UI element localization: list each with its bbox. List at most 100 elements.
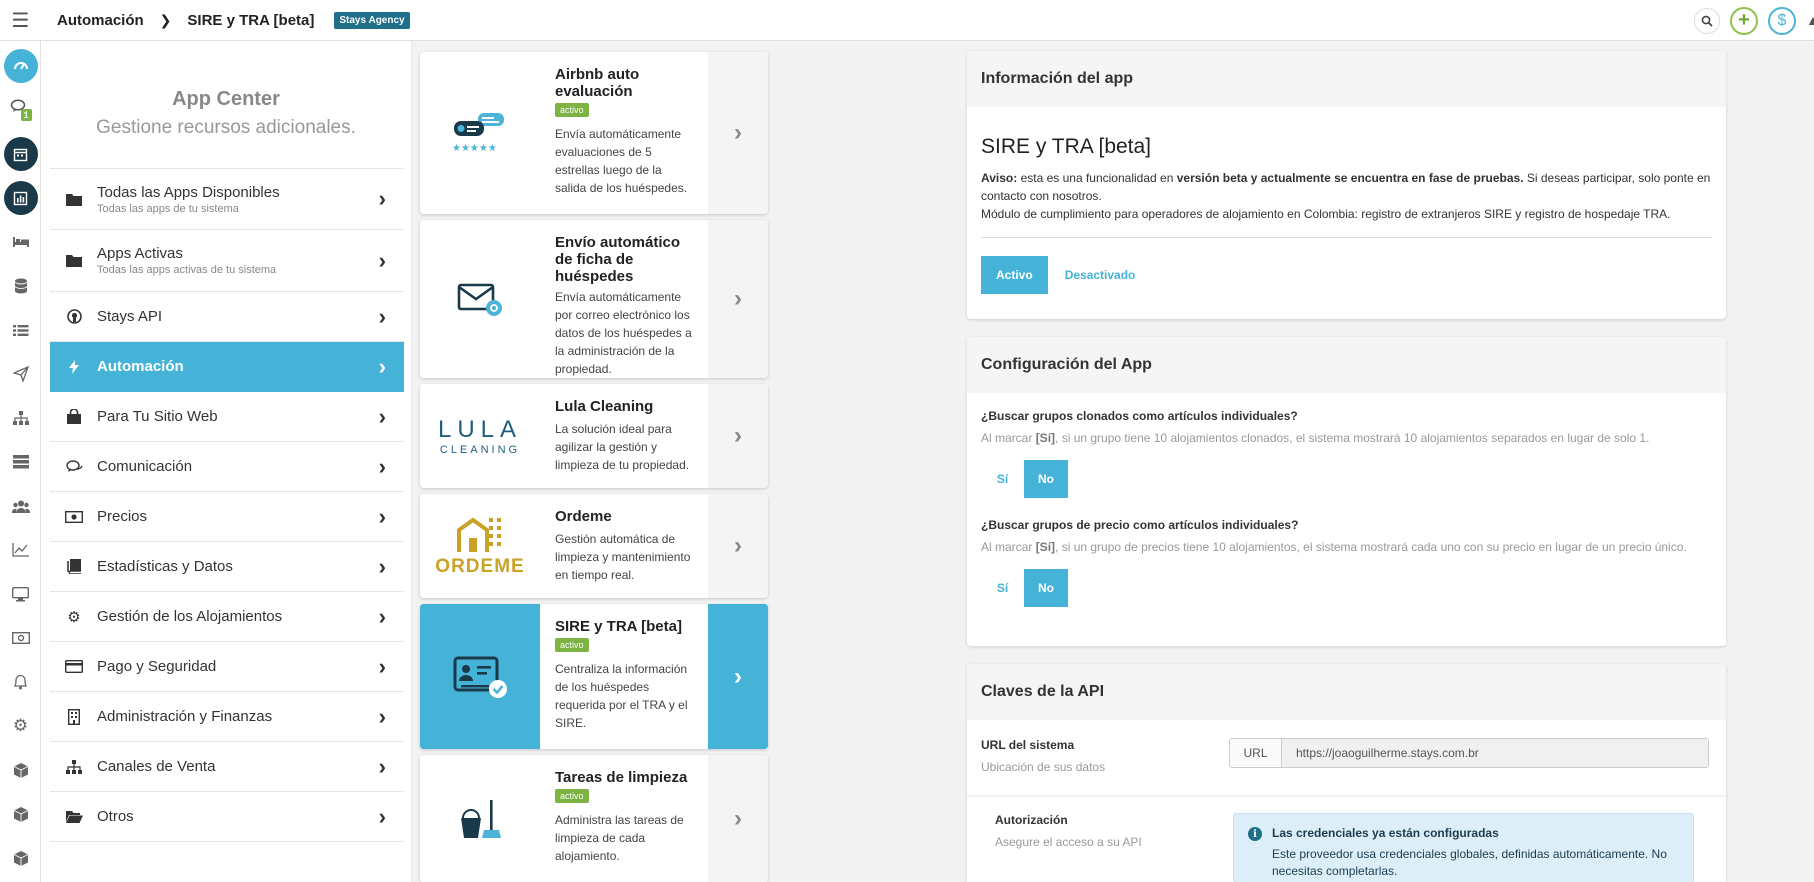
chevron-right-icon: › [378, 603, 386, 629]
cogs-icon: ⚙ [67, 608, 81, 626]
credentials-alert: i Las credenciales ya están configuradas… [1233, 813, 1694, 882]
user-icon[interactable]: ▲ [1806, 12, 1814, 30]
rail-cube-3[interactable] [0, 836, 41, 880]
menu-item-stays-api[interactable]: Stays API › [50, 292, 404, 342]
menu-item-label: Otros [97, 808, 134, 825]
search-button[interactable] [1694, 7, 1720, 34]
rail-calendar[interactable] [0, 132, 41, 176]
chevron-right-icon[interactable]: › [708, 52, 768, 214]
alert-title: Las credenciales ya están configuradas [1272, 826, 1499, 840]
chevron-right-icon[interactable]: › [708, 384, 768, 488]
rail-server[interactable] [0, 440, 41, 484]
module-description: Módulo de cumplimiento para operadores d… [981, 207, 1671, 221]
config-desc-1: Al marcar [Sí], si un grupo tiene 10 alo… [981, 431, 1712, 445]
menu-item-website[interactable]: Para Tu Sitio Web › [50, 392, 404, 442]
desc-pre: Al marcar [981, 540, 1033, 554]
rail-cube-2[interactable] [0, 792, 41, 836]
api-keys-panel: Claves de la API URL del sistema Ubicaci… [967, 664, 1726, 882]
menu-item-precios[interactable]: Precios › [50, 492, 404, 542]
rail-money[interactable] [0, 616, 41, 660]
app-card-desc: Gestión automática de limpieza y manteni… [555, 532, 691, 582]
menu-item-comunicacion[interactable]: Comunicación › [50, 442, 404, 492]
bucket-broom-icon [420, 755, 540, 882]
rail-chat[interactable]: 1 [0, 88, 41, 132]
system-url-input[interactable] [1282, 739, 1708, 767]
rail-monitor[interactable] [0, 572, 41, 616]
search-icon [1701, 15, 1713, 27]
panel-header: Información del app [967, 51, 1726, 107]
chevron-right-icon[interactable]: › [708, 220, 768, 378]
url-addon: URL [1230, 739, 1282, 767]
no-button[interactable]: No [1024, 460, 1068, 498]
config-toggle-2: Sí No [981, 569, 1712, 607]
menu-item-canales[interactable]: Canales de Venta › [50, 742, 404, 792]
app-card-airbnb[interactable]: ★★★★★ Airbnb auto evaluación activo Enví… [420, 52, 768, 214]
menu-item-sub: Todas las apps activas de tu sistema [97, 264, 277, 276]
server-icon [12, 455, 29, 469]
add-button[interactable]: + [1730, 6, 1758, 35]
app-card-ficha[interactable]: Envío automático de ficha de huéspedes E… [420, 220, 768, 378]
rail-chart[interactable] [0, 176, 41, 220]
no-button[interactable]: No [1024, 569, 1068, 607]
menu-item-gestion[interactable]: ⚙ Gestión de los Alojamientos › [50, 592, 404, 642]
chevron-right-icon: › [378, 186, 386, 211]
app-card-sire[interactable]: SIRE y TRA [beta] activo Centraliza la i… [420, 604, 768, 749]
menu-item-otros[interactable]: Otros › [50, 792, 404, 842]
menu-item-automacion[interactable]: Automación › [50, 342, 404, 392]
chevron-right-icon: ❯ [159, 11, 172, 28]
chart-icon [3, 181, 38, 215]
rail-line-chart[interactable] [0, 528, 41, 572]
menu-item-pago[interactable]: Pago y Seguridad › [50, 642, 404, 692]
app-info-panel: Información del app SIRE y TRA [beta] Av… [967, 51, 1726, 319]
menu-item-label: Automación [97, 358, 184, 375]
chevron-right-icon: › [378, 303, 386, 329]
activo-button[interactable]: Activo [981, 256, 1048, 294]
menu-item-all-apps[interactable]: Todas las Apps Disponibles Todas las apps… [50, 168, 404, 230]
rail-sitemap[interactable] [0, 396, 41, 440]
menu-item-label: Canales de Venta [97, 758, 216, 775]
desactivado-button[interactable]: Desactivado [1048, 268, 1153, 282]
book-icon [65, 558, 83, 576]
chevron-right-icon[interactable]: › [708, 604, 768, 749]
app-card-lula[interactable]: LULA CLEANING Lula Cleaning La solución … [420, 384, 768, 488]
rail-settings[interactable]: ⚙ [0, 704, 41, 748]
rail-bell[interactable] [0, 660, 41, 704]
menu-item-estadisticas[interactable]: Estadísticas y Datos › [50, 542, 404, 592]
top-actions: + $ ▲ [1694, 0, 1814, 41]
rail-bed[interactable] [0, 220, 41, 264]
ordeme-logo-text: ORDEME [435, 556, 525, 577]
app-card-ordeme[interactable]: ORDEME Ordeme Gestión automática de limp… [420, 494, 768, 598]
agency-badge: Stays Agency [334, 11, 410, 29]
app-card-desc: La solución ideal para agilizar la gesti… [555, 422, 690, 472]
users-icon [11, 500, 30, 513]
app-card-tareas[interactable]: Tareas de limpieza activo Administra las… [420, 755, 768, 882]
chevron-right-icon: › [378, 753, 386, 779]
shopping-bag-icon [65, 408, 83, 426]
breadcrumb-automacion[interactable]: Automación [57, 12, 144, 29]
gear-icon: ⚙ [12, 716, 29, 735]
billing-button[interactable]: $ [1768, 6, 1796, 35]
sitemap-icon [12, 411, 29, 425]
app-cards: ★★★★★ Airbnb auto evaluación activo Enví… [420, 52, 768, 882]
top-bar: ☰ Automación ❯ SIRE y TRA [beta] Stays A… [0, 0, 1814, 41]
app-card-desc: Centraliza la información de los huésped… [555, 662, 688, 730]
calendar-icon [3, 137, 38, 171]
hamburger-menu-icon[interactable]: ☰ [0, 0, 41, 41]
menu-item-label: Comunicación [97, 458, 193, 475]
yes-button[interactable]: Sí [981, 472, 1024, 486]
rail-send[interactable] [0, 352, 41, 396]
menu-item-active-apps[interactable]: Apps Activas Todas las apps activas de tu… [50, 230, 404, 292]
rail-cube-1[interactable] [0, 748, 41, 792]
menu-item-admin[interactable]: Administración y Finanzas › [50, 692, 404, 742]
chevron-right-icon[interactable]: › [708, 755, 768, 882]
rail-dashboard[interactable] [0, 44, 41, 88]
chevron-right-icon: › [378, 453, 386, 479]
authorization-section: Autorización Asegure el acceso a su API … [967, 796, 1726, 882]
rail-list[interactable] [0, 308, 41, 352]
chevron-right-icon[interactable]: › [708, 494, 768, 598]
rail-users[interactable] [0, 484, 41, 528]
yes-button[interactable]: Sí [981, 581, 1024, 595]
dashboard-icon [3, 49, 38, 83]
folder-open-icon [65, 808, 83, 826]
rail-database[interactable] [0, 264, 41, 308]
